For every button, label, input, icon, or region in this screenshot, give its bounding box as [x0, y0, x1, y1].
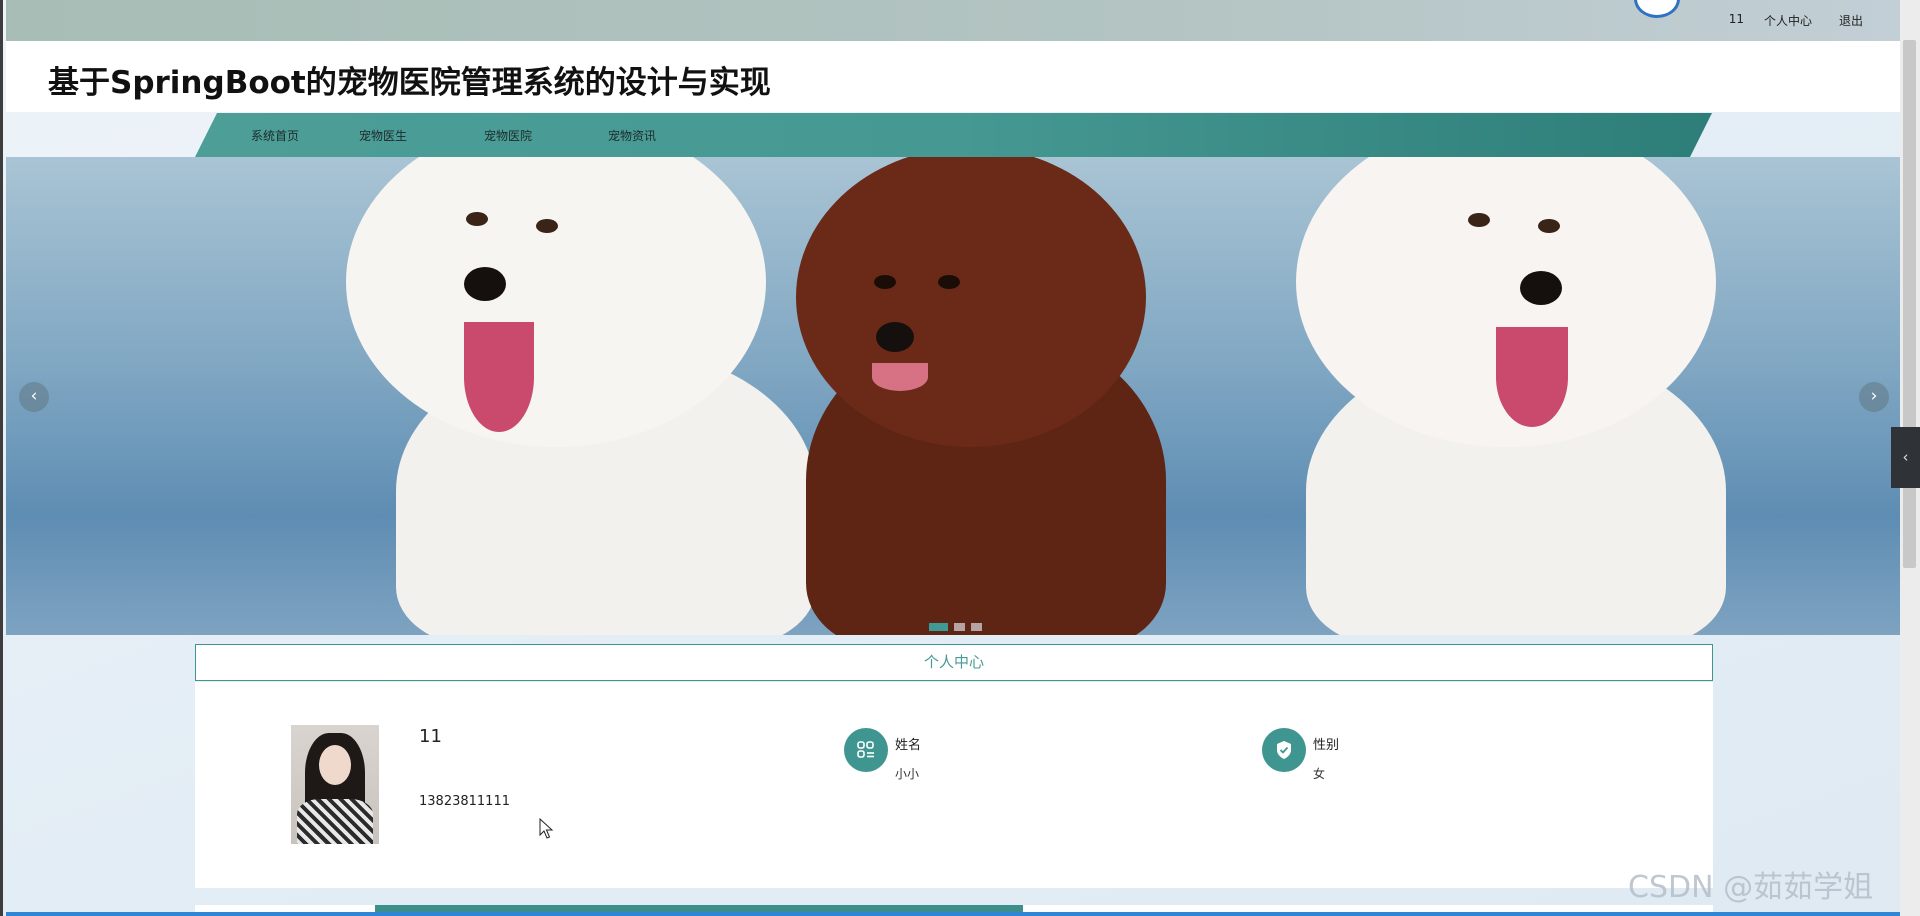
top-links: 11 个人中心 退出: [1729, 12, 1863, 29]
carousel-prev-button[interactable]: ‹: [19, 382, 49, 412]
name-value: 小小: [895, 767, 920, 781]
chevron-left-icon: ‹: [30, 386, 38, 406]
logout-link[interactable]: 退出: [1839, 12, 1863, 29]
carousel-dot-1[interactable]: [929, 623, 948, 631]
personal-center-link[interactable]: 个人中心: [1764, 12, 1812, 29]
name-label: 姓名: [895, 738, 922, 753]
site-title: 基于SpringBoot的宠物医院管理系统的设计与实现: [48, 65, 771, 101]
carousel-indicators: [929, 623, 982, 631]
chevron-left-icon: ‹: [1902, 448, 1909, 466]
banner-carousel: ‹ ›: [6, 157, 1903, 635]
page: 11 个人中心 退出 基于SpringBoot的宠物医院管理系统的设计与实现 系…: [0, 0, 1920, 916]
top-bar: 11 个人中心 退出: [6, 0, 1903, 41]
gender-value: 女: [1313, 767, 1326, 781]
nav-item-news[interactable]: 宠物资讯: [608, 127, 656, 144]
chevron-right-icon: ›: [1870, 386, 1878, 406]
nav-item-hospitals[interactable]: 宠物医院: [484, 127, 532, 144]
carousel-dot-2[interactable]: [954, 623, 965, 631]
profile-section-title: 个人中心: [195, 644, 1713, 681]
user-avatar[interactable]: [1634, 0, 1680, 18]
watermark: CSDN @茹茹学姐: [1628, 870, 1874, 905]
side-panel-toggle[interactable]: ‹: [1891, 427, 1920, 488]
shield-icon: [1262, 728, 1306, 772]
carousel-dot-3[interactable]: [971, 623, 982, 631]
gender-label: 性别: [1313, 738, 1340, 753]
nav-background: [195, 113, 1712, 157]
title-band: 基于SpringBoot的宠物医院管理系统的设计与实现: [6, 41, 1903, 112]
profile-username: 11: [419, 726, 442, 747]
profile-phone: 13823811111: [419, 794, 510, 809]
nav-item-doctors[interactable]: 宠物医生: [359, 127, 407, 144]
banner-dog-right: [1276, 157, 1756, 635]
scrollbar-thumb[interactable]: [1903, 40, 1916, 568]
carousel-next-button[interactable]: ›: [1859, 382, 1889, 412]
profile-photo: [291, 725, 379, 844]
mouse-cursor-icon: [539, 818, 554, 839]
profile-card: 11 13823811111 姓名 小小 性别 女: [195, 682, 1713, 888]
main-nav: 系统首页 宠物医生 宠物医院 宠物资讯: [195, 113, 1712, 157]
id-card-icon: [844, 728, 888, 772]
page-bottom-line: [6, 912, 1903, 916]
topbar-username: 11: [1728, 12, 1744, 26]
banner-dog-center: [766, 157, 1186, 635]
nav-item-home[interactable]: 系统首页: [251, 127, 299, 144]
